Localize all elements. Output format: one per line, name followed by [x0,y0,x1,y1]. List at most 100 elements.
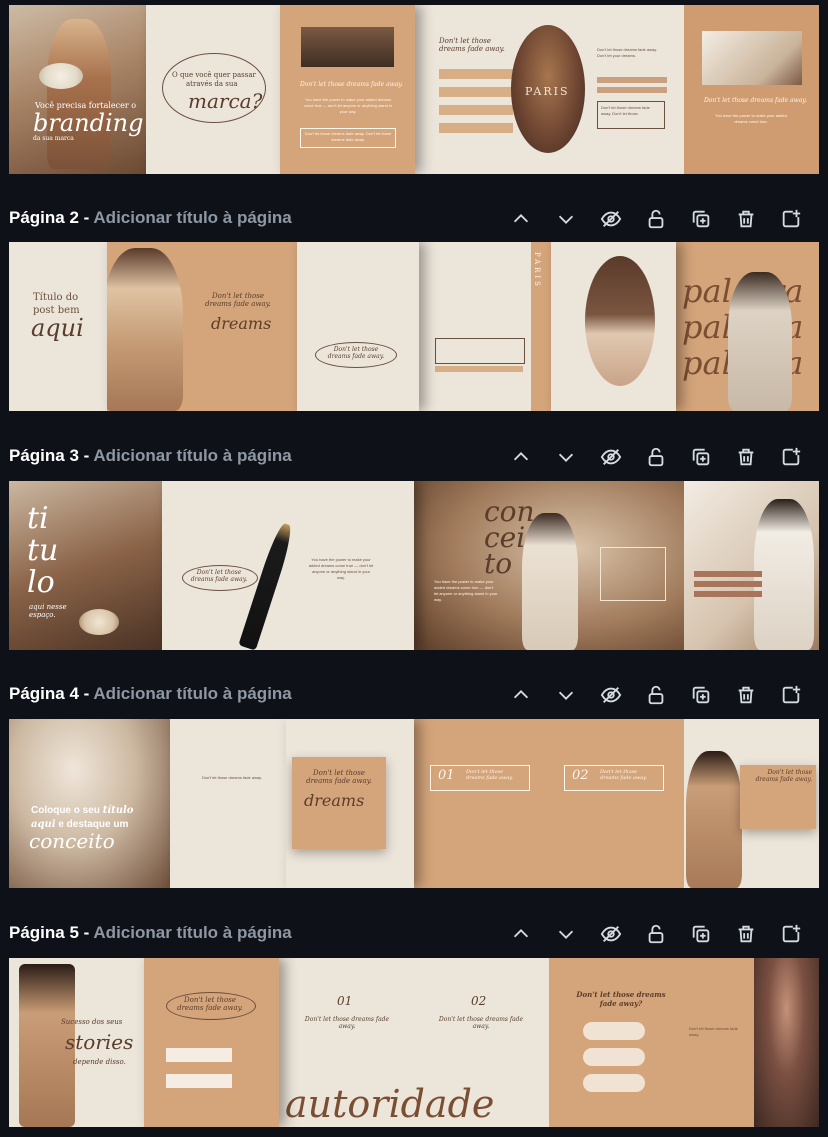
chevron-up-icon[interactable] [498,919,543,949]
page-3-canvas[interactable]: ti tu lo aqui nesse espaço. Don't let th… [9,481,819,650]
panel-titulo-post: Título do post bem aqui [9,242,107,411]
panel-branding: Você precisa fortalecer o branding da su… [9,5,146,174]
notebook-photo [702,31,802,85]
p2-t3: aqui [31,314,84,342]
p5-box-text: Don't let those dreams fade away. Don't … [601,105,650,116]
t3-oval-text: Don't let those dreams fade away. [190,569,248,583]
s5-item-1: Don't let those dreams fade away. [304,1016,390,1030]
page-1-canvas[interactable]: Você precisa fortalecer o branding da su… [9,5,819,174]
page-title-5[interactable]: Página 5 - Adicionar título à página [9,923,292,943]
p6-body: You have the power to make your added dr… [715,113,787,124]
s5-right-text: Don't let those dreams fade away. [689,1026,738,1037]
trash-icon[interactable] [723,680,768,710]
unlock-icon[interactable] [633,204,678,234]
page-header-4: Página 4 - Adicionar título à página [0,676,828,716]
panel-numbers-4: 01 Don't let those dreams fade away. 02 … [414,719,684,888]
t3-body: You have the power to make your added dr… [308,557,374,580]
add-page-icon[interactable] [768,442,813,472]
duplicate-icon[interactable] [678,204,723,234]
unlock-icon[interactable] [633,680,678,710]
p4-head: Don't let those dreams fade away. [439,37,505,53]
add-page-icon[interactable] [768,204,813,234]
oval-photo [585,256,655,386]
eye-hidden-icon[interactable] [588,680,633,710]
panel-oval-5: Don't let those dreams fade away. [144,958,279,1127]
p4-item-2 [439,87,513,97]
duplicate-icon[interactable] [678,680,723,710]
s5-n1: 01 [337,994,353,1008]
c4-card-head: Don't let those dreams fade away. [306,769,372,785]
p2-t1: Título do [33,292,79,303]
duplicate-icon[interactable] [678,919,723,949]
add-page-icon[interactable] [768,680,813,710]
page-4-canvas[interactable]: Coloque o seu título aqui e destaque um … [9,719,819,888]
t3-box-right [600,547,666,601]
chevron-down-icon[interactable] [543,442,588,472]
s5-big: autoridade [285,1082,495,1126]
chevron-down-icon[interactable] [543,204,588,234]
p3-box-text: Don't let those dreams fade away. Don't … [304,131,392,142]
unlock-icon[interactable] [633,442,678,472]
chevron-down-icon[interactable] [543,919,588,949]
page-title-2[interactable]: Página 2 - Adicionar título à página [9,208,292,228]
unlock-icon[interactable] [633,919,678,949]
s5-s3: depende disso. [73,1058,126,1066]
panel-paris-2 [419,242,531,411]
c4-conceito: conceito [29,829,115,853]
c4-item-1: Don't let those dreams fade away. [466,769,513,781]
p5-body: Don't let those dreams fade away. Don't … [597,47,658,58]
panel-sunglasses [684,481,819,650]
eye-hidden-icon[interactable] [588,442,633,472]
woman-leaves-photo [754,958,819,1127]
panel-paris-strip: PARIS [531,242,551,411]
s5-n2: 02 [471,994,487,1008]
chevron-up-icon[interactable] [498,680,543,710]
woman-suit-photo [107,248,183,411]
panel-pen: Don't let those dreams fade away. You ha… [162,481,414,650]
panel-coffee-conceito: Coloque o seu título aqui e destaque um … [9,719,170,888]
eye-hidden-icon[interactable] [588,919,633,949]
panel-numbers-5: 01 Don't let those dreams fade away. 02 … [279,958,549,1127]
p4-item-3 [439,105,513,115]
page-title-3[interactable]: Página 3 - Adicionar título à página [9,446,292,466]
chevron-up-icon[interactable] [498,204,543,234]
eye-hidden-icon[interactable] [588,204,633,234]
c4-n1: 01 [438,768,455,783]
hat-photo [301,27,394,67]
p2-box [435,338,525,364]
duplicate-icon[interactable] [678,442,723,472]
page-2-canvas[interactable]: Título do post bem aqui Don't let those … [9,242,819,411]
cup-photo [79,609,119,635]
marca-q1: O que você quer passar [172,71,256,79]
page-toolbar-2 [498,204,813,234]
page-title-4[interactable]: Página 4 - Adicionar título à página [9,684,292,704]
p2-oval-text: Don't let those dreams fade away. [327,346,385,360]
panel-conceito: con cei to You have the power to make yo… [414,481,684,650]
panel-text-4: Don't let those dreams fade away. [170,719,286,888]
trash-icon[interactable] [723,919,768,949]
panel-titulo-cafe: ti tu lo aqui nesse espaço. [9,481,162,650]
panel-dreams-1: Don't let those dreams fade away. You ha… [280,5,415,174]
t3-tu: tu [27,533,59,568]
woman-photo [47,19,111,169]
marca-q2: através da sua [186,80,238,88]
branding-line2: da sua marca [33,135,74,142]
p2-paris: PARIS [533,252,541,289]
page-toolbar-4 [498,680,813,710]
page-5-canvas[interactable]: Sucesso dos seus stories depende disso. … [9,958,819,1127]
trash-icon[interactable] [723,442,768,472]
marca-big: marca? [188,89,263,113]
p2-dreams: dreams [211,314,272,333]
trash-icon[interactable] [723,204,768,234]
p6-head: Don't let those dreams fade away. [704,97,807,104]
chevron-down-icon[interactable] [543,680,588,710]
t3-bar-3 [694,591,762,597]
t3-sub: aqui nesse espaço. [29,603,67,619]
chevron-up-icon[interactable] [498,442,543,472]
add-page-icon[interactable] [768,919,813,949]
s5-q: Don't let those dreams fade away? [576,990,666,1008]
s5-oval-text: Don't let those dreams fade away. [177,996,243,1012]
panel-stories: Sucesso dos seus stories depende disso. [9,958,144,1127]
woman-white-coat-photo [522,513,578,650]
panel-trench: Don't let those dreams fade away. [684,719,819,888]
